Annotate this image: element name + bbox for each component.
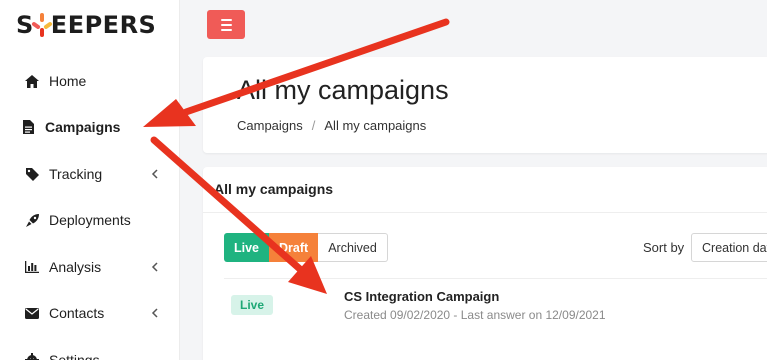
filter-archived-button[interactable]: Archived — [318, 233, 388, 262]
skeepers-logo[interactable]: S EEPERS — [16, 10, 156, 40]
sidebar-item-contacts[interactable]: Contacts — [0, 295, 180, 331]
sidebar-item-home[interactable]: Home — [0, 63, 180, 99]
sidebar-item-label: Home — [49, 73, 87, 89]
hamburger-icon — [220, 18, 232, 21]
sort-select[interactable]: Creation date — [691, 233, 767, 262]
bar-chart-icon — [25, 260, 39, 274]
rocket-icon — [25, 213, 39, 227]
gear-icon — [25, 353, 39, 360]
sidebar-item-label: Deployments — [49, 212, 131, 228]
document-icon — [21, 120, 35, 134]
filter-draft-button[interactable]: Draft — [269, 233, 319, 262]
campaigns-card: All my campaigns Live Draft Archived Sor… — [203, 167, 767, 360]
divider — [224, 278, 767, 279]
breadcrumb-separator: / — [311, 118, 316, 133]
page-header-card: All my campaigns Campaigns / All my camp… — [203, 57, 767, 153]
sidebar-item-campaigns[interactable]: Campaigns — [0, 109, 180, 145]
campaign-meta: Created 09/02/2020 - Last answer on 12/0… — [344, 308, 606, 322]
sidebar-item-label: Tracking — [49, 166, 103, 182]
sidebar-item-analysis[interactable]: Analysis — [0, 249, 180, 285]
sort-label: Sort by — [643, 240, 685, 255]
chevron-left-icon — [151, 308, 158, 318]
filter-live-button[interactable]: Live — [224, 233, 270, 262]
sidebar-item-label: Analysis — [49, 259, 102, 275]
logo-spark-icon — [30, 13, 53, 37]
sidebar-item-deployments[interactable]: Deployments — [0, 202, 180, 238]
chevron-left-icon — [151, 169, 158, 179]
sidebar-item-label: Settings — [49, 352, 100, 360]
sidebar: S EEPERS Home Campaigns Tracking Deploym… — [0, 0, 180, 360]
divider — [203, 212, 767, 213]
sidebar-item-label: Campaigns — [45, 119, 121, 135]
envelope-icon — [25, 306, 39, 320]
chevron-left-icon — [151, 262, 158, 272]
card-title: All my campaigns — [214, 181, 334, 197]
logo-text-end: EEPERS — [50, 11, 157, 39]
menu-toggle-button[interactable] — [207, 10, 245, 39]
breadcrumb-link-campaigns[interactable]: Campaigns — [237, 118, 303, 133]
page-title: All my campaigns — [237, 75, 449, 105]
sidebar-item-settings[interactable]: Settings — [0, 342, 180, 360]
campaign-name-link[interactable]: CS Integration Campaign — [344, 289, 499, 304]
status-badge: Live — [231, 295, 274, 315]
sidebar-item-tracking[interactable]: Tracking — [0, 156, 180, 192]
breadcrumb: Campaigns / All my campaigns — [237, 118, 426, 133]
breadcrumb-current: All my campaigns — [324, 118, 427, 133]
tag-icon — [25, 167, 39, 181]
status-filter-group: Live Draft Archived — [224, 233, 388, 262]
home-icon — [25, 74, 39, 88]
sidebar-item-label: Contacts — [49, 305, 105, 321]
